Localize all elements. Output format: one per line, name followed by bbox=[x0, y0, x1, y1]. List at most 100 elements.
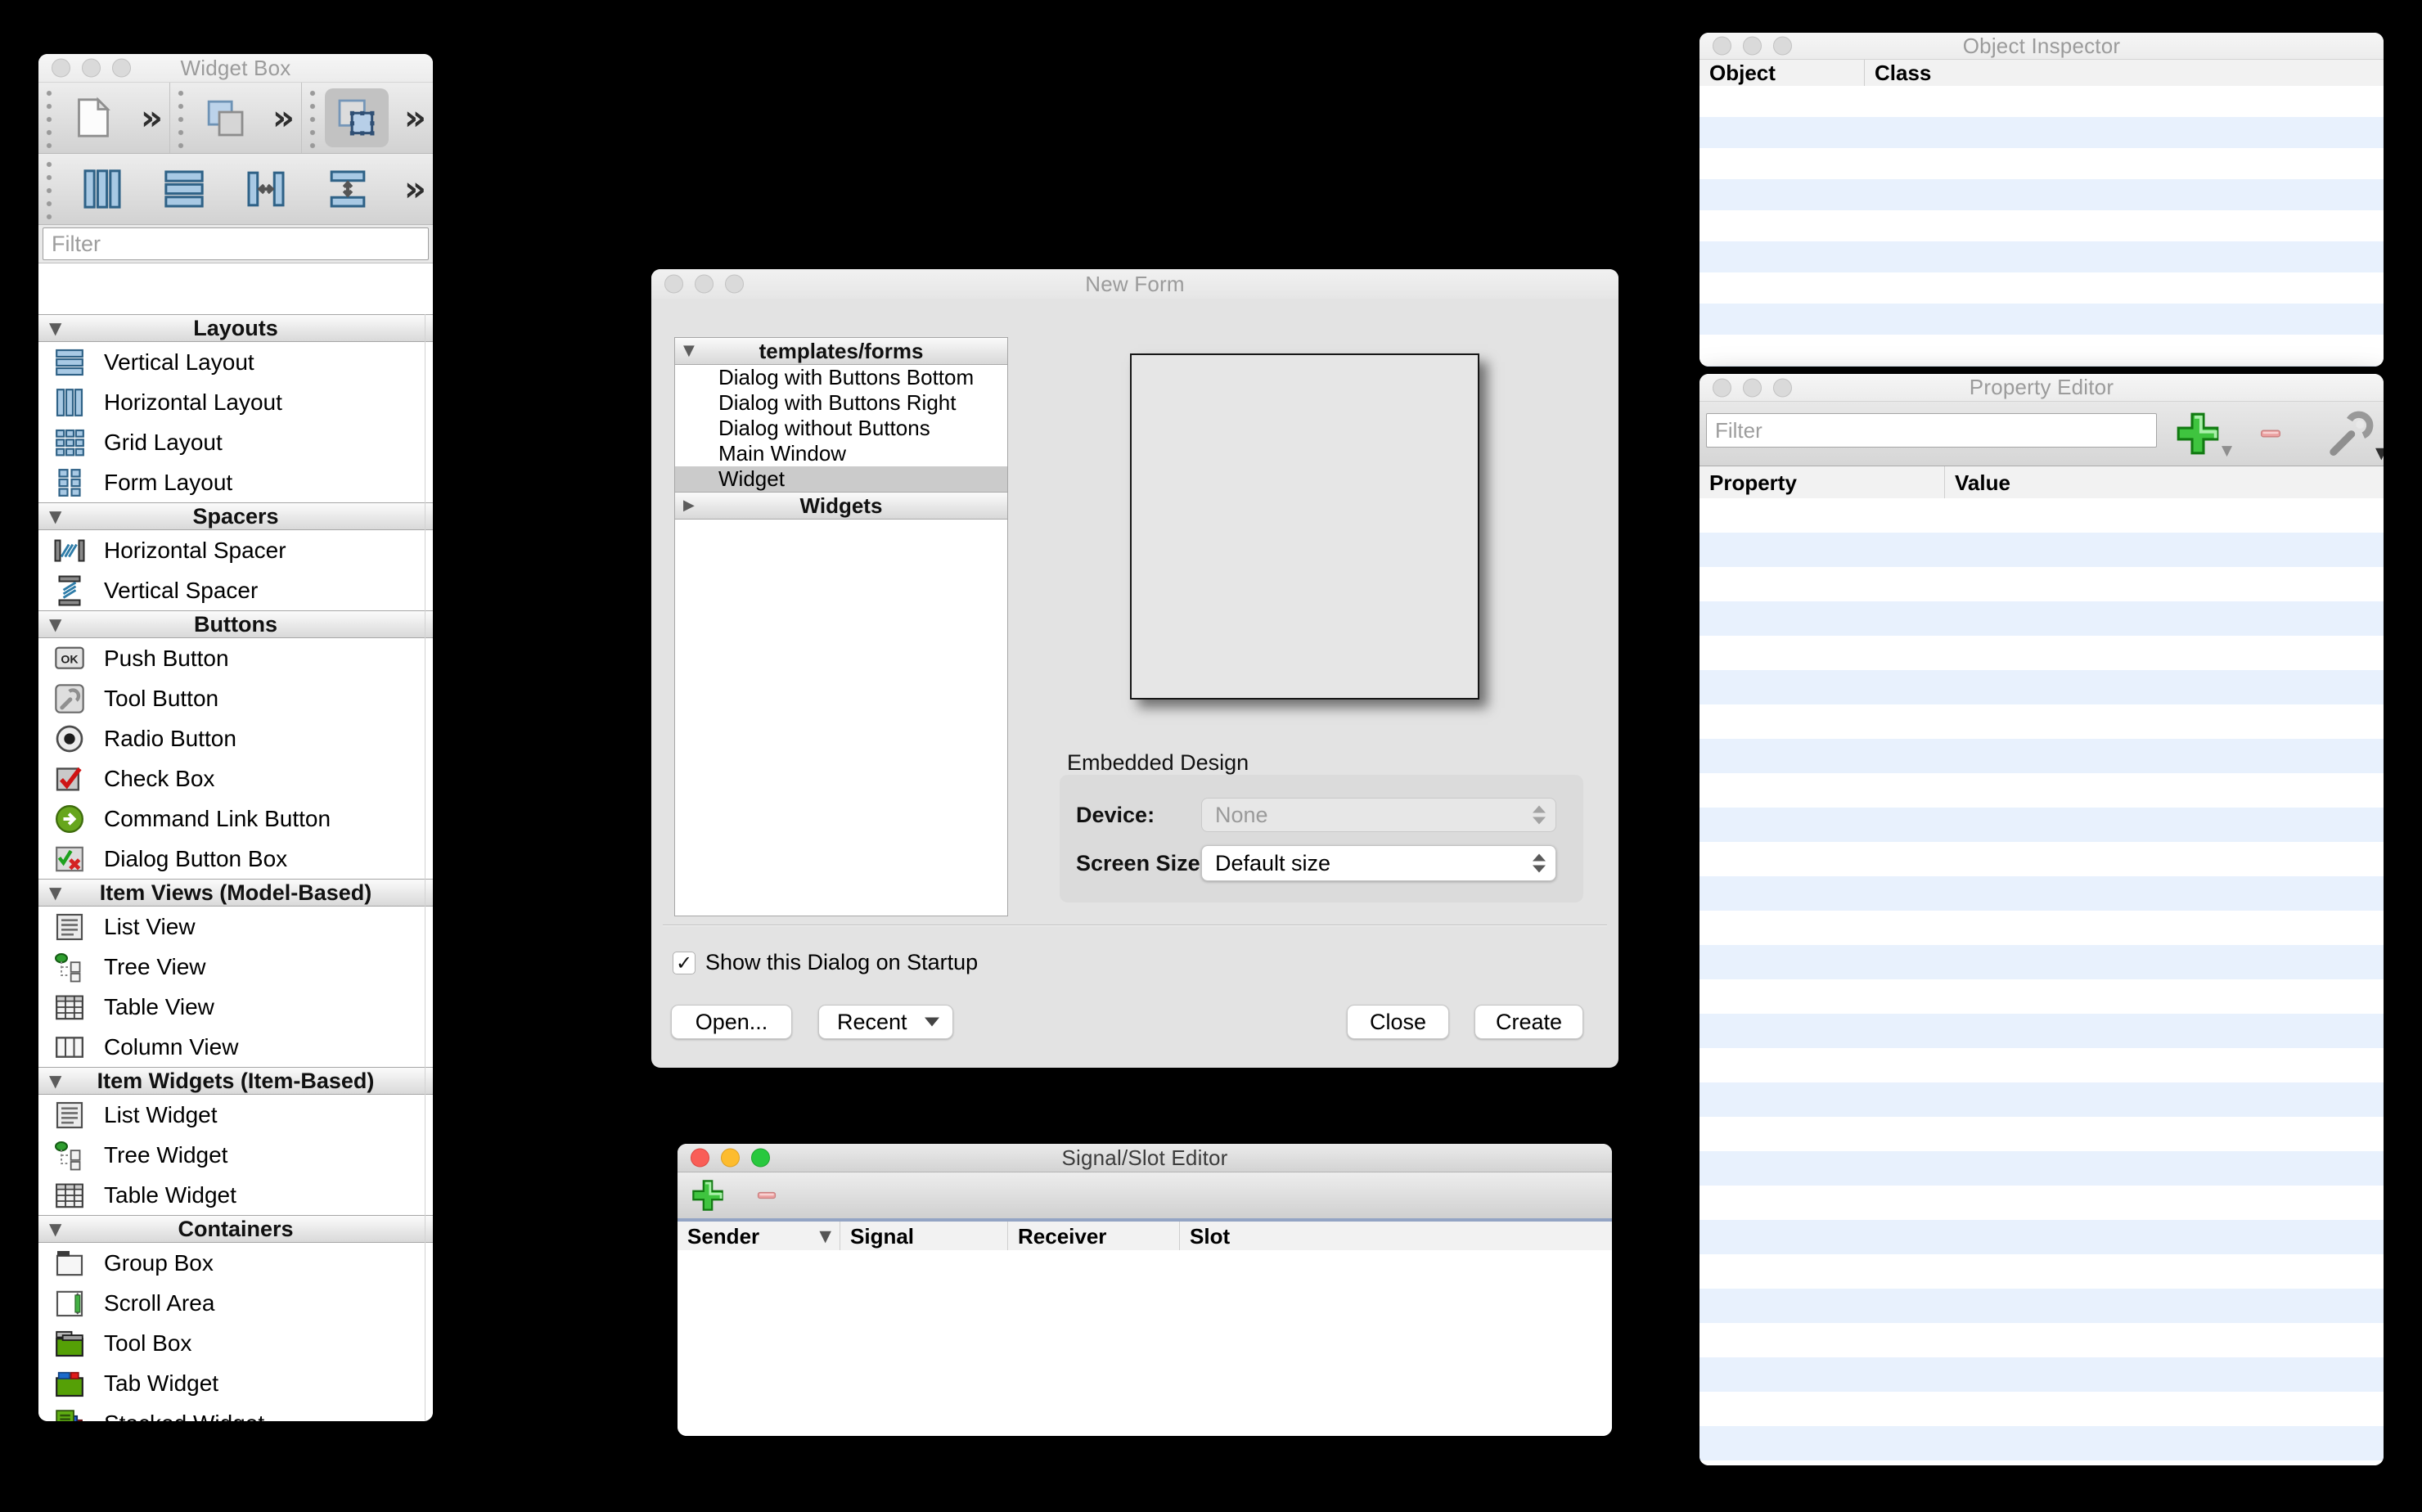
object-tree-body[interactable] bbox=[1699, 86, 2384, 367]
section-header-layouts[interactable]: ▼Layouts bbox=[38, 314, 433, 342]
remove-connection-icon[interactable] bbox=[748, 1186, 786, 1205]
widget-box-titlebar[interactable]: Widget Box bbox=[38, 54, 433, 83]
widget-item-list-view[interactable]: List View bbox=[38, 907, 433, 947]
column-header-value[interactable]: Value bbox=[1945, 466, 2384, 499]
toolbar-group: » bbox=[302, 83, 433, 153]
remove-dynamic-property-button[interactable] bbox=[2246, 423, 2295, 444]
template-item-dialog-with-buttons-bottom[interactable]: Dialog with Buttons Bottom bbox=[675, 365, 1007, 390]
column-header-property[interactable]: Property bbox=[1699, 466, 1945, 499]
screen-size-select[interactable]: Default size bbox=[1201, 845, 1556, 881]
open-button[interactable]: Open... bbox=[671, 1005, 792, 1039]
overflow-chevron-icon[interactable]: » bbox=[266, 98, 301, 137]
template-item-widget[interactable]: Widget bbox=[675, 466, 1007, 492]
minimize-button[interactable] bbox=[1743, 37, 1762, 56]
widget-item-tool-button[interactable]: Tool Button bbox=[38, 678, 433, 718]
widget-item-grid-layout[interactable]: Grid Layout bbox=[38, 422, 433, 462]
add-dynamic-property-button[interactable] bbox=[2172, 408, 2223, 459]
column-header-object[interactable]: Object bbox=[1699, 60, 1865, 87]
new-form-titlebar[interactable]: New Form bbox=[651, 269, 1618, 299]
property-editor-titlebar[interactable]: Property Editor bbox=[1699, 374, 2384, 402]
section-header-item-widgets-item-based[interactable]: ▼Item Widgets (Item-Based) bbox=[38, 1067, 433, 1095]
widget-item-radio-button[interactable]: Radio Button bbox=[38, 718, 433, 758]
widget-item-tree-widget[interactable]: Tree Widget bbox=[38, 1135, 433, 1175]
widget-item-tool-box[interactable]: Tool Box bbox=[38, 1323, 433, 1363]
close-button[interactable] bbox=[664, 275, 683, 294]
property-table-body[interactable] bbox=[1699, 498, 2384, 1465]
widget-item-form-layout[interactable]: Form Layout bbox=[38, 462, 433, 502]
configure-property-editor-button[interactable] bbox=[2323, 407, 2375, 459]
widget-item-horizontal-spacer[interactable]: Horizontal Spacer bbox=[38, 530, 433, 570]
show-dialog-on-startup-checkbox[interactable]: ✓ bbox=[673, 952, 696, 974]
widget-item-label: Tree Widget bbox=[104, 1142, 227, 1168]
minimize-button[interactable] bbox=[695, 275, 714, 294]
widget-item-scroll-area[interactable]: Scroll Area bbox=[38, 1283, 433, 1323]
zoom-button[interactable] bbox=[1773, 378, 1792, 397]
close-button[interactable] bbox=[691, 1149, 709, 1168]
drag-handle-icon[interactable] bbox=[46, 87, 52, 149]
create-button[interactable]: Create bbox=[1474, 1005, 1583, 1039]
close-button[interactable] bbox=[52, 59, 70, 78]
template-item-dialog-without-buttons[interactable]: Dialog without Buttons bbox=[675, 416, 1007, 441]
tree-group-templates-forms[interactable]: ▼templates/forms bbox=[675, 338, 1007, 365]
drag-handle-icon[interactable] bbox=[309, 87, 316, 149]
zoom-button[interactable] bbox=[751, 1149, 770, 1168]
widget-item-list-widget[interactable]: List Widget bbox=[38, 1095, 433, 1135]
widget-item-vertical-layout[interactable]: Vertical Layout bbox=[38, 342, 433, 382]
overflow-chevron-icon[interactable]: » bbox=[398, 169, 433, 209]
section-header-containers[interactable]: ▼Containers bbox=[38, 1215, 433, 1243]
drag-handle-icon[interactable] bbox=[46, 158, 52, 220]
column-header-signal[interactable]: Signal bbox=[840, 1222, 1008, 1251]
signal-slot-titlebar[interactable]: Signal/Slot Editor bbox=[678, 1144, 1612, 1172]
lay-horizontal-button[interactable] bbox=[70, 160, 134, 218]
tree-group-widgets[interactable]: ▶Widgets bbox=[675, 492, 1007, 520]
recent-dropdown-button[interactable]: Recent bbox=[818, 1005, 953, 1039]
widget-item-table-widget[interactable]: Table Widget bbox=[38, 1175, 433, 1215]
template-item-dialog-with-buttons-right[interactable]: Dialog with Buttons Right bbox=[675, 390, 1007, 416]
minimize-button[interactable] bbox=[82, 59, 101, 78]
widget-item-vertical-spacer[interactable]: Vertical Spacer bbox=[38, 570, 433, 610]
object-inspector-titlebar[interactable]: Object Inspector bbox=[1699, 33, 2384, 60]
widget-item-check-box[interactable]: Check Box bbox=[38, 758, 433, 799]
drag-handle-icon[interactable] bbox=[178, 87, 184, 149]
add-connection-icon[interactable] bbox=[689, 1177, 727, 1214]
zoom-button[interactable] bbox=[1773, 37, 1792, 56]
close-button[interactable] bbox=[1713, 378, 1731, 397]
column-header-class[interactable]: Class bbox=[1865, 60, 2384, 87]
edit-widgets-button[interactable] bbox=[325, 88, 389, 147]
widget-item-column-view[interactable]: Column View bbox=[38, 1027, 433, 1067]
section-header-item-views-model-based[interactable]: ▼Item Views (Model-Based) bbox=[38, 879, 433, 907]
adjust-horizontal-button[interactable] bbox=[234, 160, 298, 218]
new-form-button[interactable] bbox=[61, 88, 125, 147]
section-header-spacers[interactable]: ▼Spacers bbox=[38, 502, 433, 530]
widget-item-stacked-widget[interactable]: Stacked Widget bbox=[38, 1403, 433, 1421]
lay-vertical-button[interactable] bbox=[152, 160, 216, 218]
template-item-main-window[interactable]: Main Window bbox=[675, 441, 1007, 466]
widget-item-table-view[interactable]: Table View bbox=[38, 987, 433, 1027]
section-header-buttons[interactable]: ▼Buttons bbox=[38, 610, 433, 638]
adjust-vertical-button[interactable] bbox=[316, 160, 380, 218]
widget-item-group-box[interactable]: Group Box bbox=[38, 1243, 433, 1283]
minimize-button[interactable] bbox=[1743, 378, 1762, 397]
column-header-sender[interactable]: Sender ▼ bbox=[678, 1222, 840, 1251]
column-header-receiver[interactable]: Receiver bbox=[1008, 1222, 1180, 1251]
column-header-slot[interactable]: Slot bbox=[1180, 1222, 1612, 1251]
widget-item-tab-widget[interactable]: Tab Widget bbox=[38, 1363, 433, 1403]
widget-item-horizontal-layout[interactable]: Horizontal Layout bbox=[38, 382, 433, 422]
widget-item-dialog-button-box[interactable]: Dialog Button Box bbox=[38, 839, 433, 879]
minimize-button[interactable] bbox=[721, 1149, 740, 1168]
widget-item-command-link-button[interactable]: Command Link Button bbox=[38, 799, 433, 839]
zoom-button[interactable] bbox=[725, 275, 744, 294]
property-filter-input[interactable] bbox=[1706, 413, 2157, 448]
close-button[interactable]: Close bbox=[1347, 1005, 1449, 1039]
zoom-button[interactable] bbox=[112, 59, 131, 78]
widget-filter-input[interactable] bbox=[43, 227, 429, 260]
widget-item-tree-view[interactable]: Tree View bbox=[38, 947, 433, 987]
connections-table-body[interactable] bbox=[678, 1250, 1612, 1436]
widgets-overlap-button[interactable] bbox=[193, 88, 257, 147]
overflow-chevron-icon[interactable]: » bbox=[398, 98, 433, 137]
adjust-vertical-icon bbox=[325, 166, 371, 212]
widget-item-push-button[interactable]: OKPush Button bbox=[38, 638, 433, 678]
overflow-chevron-icon[interactable]: » bbox=[134, 98, 169, 137]
close-button[interactable] bbox=[1713, 37, 1731, 56]
disclosure-open-icon: ▼ bbox=[49, 508, 61, 524]
